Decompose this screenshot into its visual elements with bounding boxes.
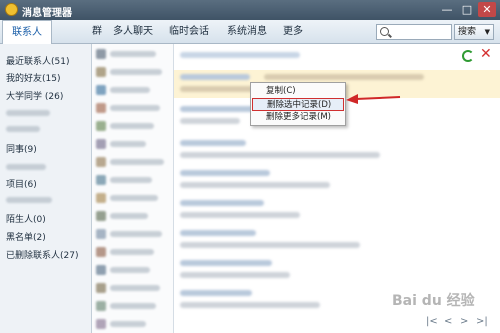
delete-icon[interactable]: ✕ <box>480 46 492 62</box>
message-line <box>180 152 380 158</box>
message-line <box>180 260 272 266</box>
search-icon <box>380 27 389 36</box>
list-item[interactable] <box>92 118 174 134</box>
context-menu: 复制(C) 删除选中记录(D) 删除更多记录(M) <box>250 82 346 126</box>
search-button-label: 搜索 <box>458 27 477 37</box>
list-item[interactable] <box>92 46 174 62</box>
app-logo-icon <box>5 3 18 16</box>
annotation-arrow-icon <box>346 94 401 104</box>
contact-category-list: 最近联系人(51) 我的好友(15) 大学同学 (26) 同事(9) 项目(6)… <box>0 44 92 333</box>
sidebar-item-projects[interactable]: 项目(6) <box>6 177 37 190</box>
message-line <box>180 170 270 176</box>
message-line <box>180 212 300 218</box>
chevron-down-icon[interactable]: ▼ <box>485 25 490 39</box>
tab-groups[interactable]: 群 <box>84 20 110 44</box>
sidebar-item-classmates[interactable]: 大学同学 (26) <box>6 89 63 102</box>
message-line <box>180 52 300 58</box>
blurred-item <box>6 197 52 203</box>
sidebar-item-blacklist[interactable]: 黑名单(2) <box>6 230 46 243</box>
list-item[interactable] <box>92 208 174 224</box>
window-title: 消息管理器 <box>22 8 72 19</box>
first-page-button[interactable]: |< <box>426 316 438 327</box>
list-item[interactable] <box>92 226 174 242</box>
list-item[interactable] <box>92 244 174 260</box>
tab-multi-chat[interactable]: 多人聊天 <box>110 20 156 44</box>
list-item[interactable] <box>92 172 174 188</box>
message-line <box>180 272 290 278</box>
maximize-button[interactable]: □ <box>458 2 476 17</box>
sidebar-item-colleagues[interactable]: 同事(9) <box>6 142 37 155</box>
tab-more[interactable]: 更多 <box>280 20 306 44</box>
message-line <box>180 74 250 80</box>
title-bar: 消息管理器 — □ ✕ <box>0 0 500 20</box>
message-line <box>180 140 246 146</box>
list-item[interactable] <box>92 64 174 80</box>
prev-page-button[interactable]: < <box>444 316 452 327</box>
minimize-button[interactable]: — <box>438 2 456 17</box>
tab-contacts[interactable]: 联系人 <box>2 20 52 45</box>
list-item[interactable] <box>92 100 174 116</box>
list-item[interactable] <box>92 298 174 314</box>
menu-item-delete-selected[interactable]: 删除选中记录(D) <box>252 98 344 111</box>
sidebar-item-recent[interactable]: 最近联系人(51) <box>6 54 69 67</box>
list-item[interactable] <box>92 82 174 98</box>
last-page-button[interactable]: >| <box>476 316 488 327</box>
list-item[interactable] <box>92 154 174 170</box>
blurred-item <box>6 110 50 116</box>
next-page-button[interactable]: > <box>460 316 468 327</box>
search-button[interactable]: 搜索 ▼ <box>454 24 494 40</box>
message-line <box>180 290 252 296</box>
message-line <box>264 74 424 80</box>
list-item[interactable] <box>92 136 174 152</box>
blurred-item <box>6 164 46 170</box>
search-input[interactable] <box>376 24 452 40</box>
message-line <box>180 242 360 248</box>
sidebar-item-friends[interactable]: 我的好友(15) <box>6 71 60 84</box>
message-line <box>180 106 260 112</box>
close-button[interactable]: ✕ <box>478 2 496 17</box>
message-line <box>180 118 240 124</box>
tab-temp-session[interactable]: 临时会话 <box>164 20 214 44</box>
tab-system-messages[interactable]: 系统消息 <box>222 20 272 44</box>
refresh-icon[interactable] <box>462 50 474 62</box>
blurred-item <box>6 126 40 132</box>
watermark-logo: Bai du 经验 <box>392 293 475 309</box>
pager: |< < > >| <box>426 316 496 330</box>
message-line <box>180 200 264 206</box>
tab-bar: 联系人 群 多人聊天 临时会话 系统消息 更多 搜索 ▼ <box>0 20 500 45</box>
contact-list <box>92 44 174 333</box>
list-item[interactable] <box>92 280 174 296</box>
sidebar-item-strangers[interactable]: 陌生人(0) <box>6 212 46 225</box>
message-line <box>180 230 256 236</box>
list-item[interactable] <box>92 316 174 332</box>
menu-item-delete-more[interactable]: 删除更多记录(M) <box>252 111 344 124</box>
message-line <box>180 302 320 308</box>
message-line <box>180 182 330 188</box>
list-item[interactable] <box>92 190 174 206</box>
list-item[interactable] <box>92 262 174 278</box>
menu-item-copy[interactable]: 复制(C) <box>252 85 344 98</box>
sidebar-item-deleted[interactable]: 已删除联系人(27) <box>6 248 78 261</box>
